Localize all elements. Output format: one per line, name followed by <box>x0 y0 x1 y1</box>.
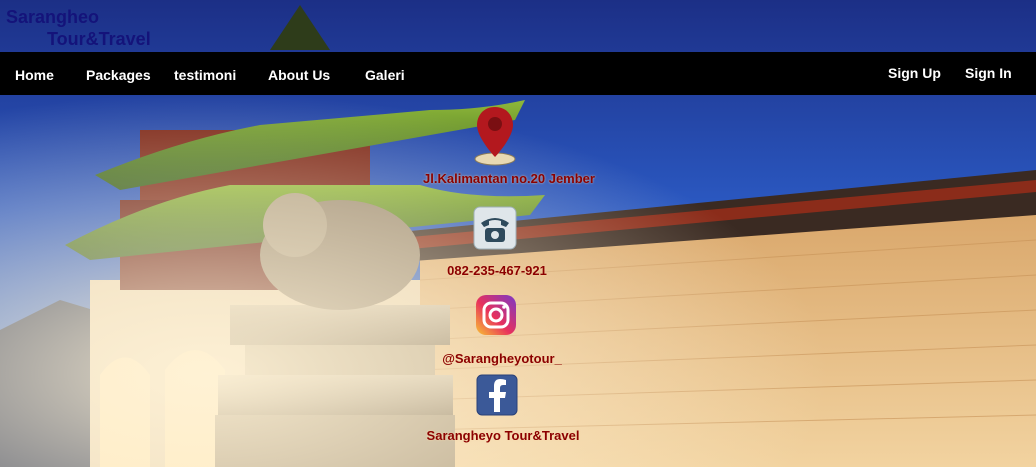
map-pin-icon <box>473 105 517 172</box>
main-navbar: Home Packages testimoni About Us Galeri … <box>0 52 1036 95</box>
contact-facebook[interactable]: Sarangheyo Tour&Travel <box>427 428 580 443</box>
telephone-icon <box>473 206 517 255</box>
brand-name-line1: Sarangheo <box>6 7 100 27</box>
nav-testimoni[interactable]: testimoni <box>174 52 236 95</box>
contact-phone: 082-235-467-921 <box>447 263 547 278</box>
site-logo[interactable]: Sarangheo Tour&Travel <box>6 6 151 50</box>
facebook-icon[interactable] <box>476 374 518 421</box>
nav-about-us[interactable]: About Us <box>268 52 330 95</box>
nav-galeri[interactable]: Galeri <box>365 52 405 95</box>
instagram-icon[interactable] <box>475 294 517 341</box>
sign-in-link[interactable]: Sign In <box>965 52 1012 95</box>
contact-instagram[interactable]: @Sarangheyotour_ <box>442 351 562 366</box>
contact-address: Jl.Kalimantan no.20 Jember <box>423 171 595 186</box>
nav-home[interactable]: Home <box>15 52 54 95</box>
sign-up-link[interactable]: Sign Up <box>888 52 941 95</box>
brand-name-line2: Tour&Travel <box>47 29 151 49</box>
nav-packages[interactable]: Packages <box>86 52 151 95</box>
